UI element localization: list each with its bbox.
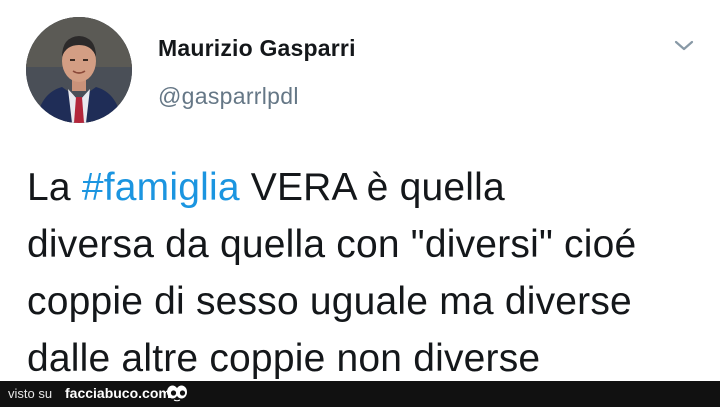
watermark-footer: visto su facciabuco.com [0,381,720,407]
tweet-text-segment: VERA è quella [239,166,505,209]
tweet-text-segment: La [27,166,82,209]
eyes-logo-icon [167,385,187,402]
chevron-down-icon[interactable] [670,34,698,56]
tweet-text: La #famiglia VERA è quella diversa da qu… [27,159,707,387]
author-display-name[interactable]: Maurizio Gasparri [158,35,356,62]
author-avatar[interactable] [26,17,132,123]
tweet-text-line-4: dalle altre coppie non diverse [27,337,541,380]
person-avatar-icon [26,17,132,123]
author-handle[interactable]: @gasparrlpdl [158,83,299,110]
tweet-text-line-1: La #famiglia VERA è quella [27,159,707,216]
tweet-text-line-3: coppie di sesso uguale ma diverse [27,280,632,323]
hashtag-link[interactable]: #famiglia [82,166,240,209]
tweet-text-line-2: diversa da quella con "diversi" cioé [27,223,637,266]
footer-site-link[interactable]: facciabuco.com [65,385,171,401]
footer-label: visto su [8,386,53,401]
tweet-card: Maurizio Gasparri @gasparrlpdl La #famig… [0,0,720,381]
